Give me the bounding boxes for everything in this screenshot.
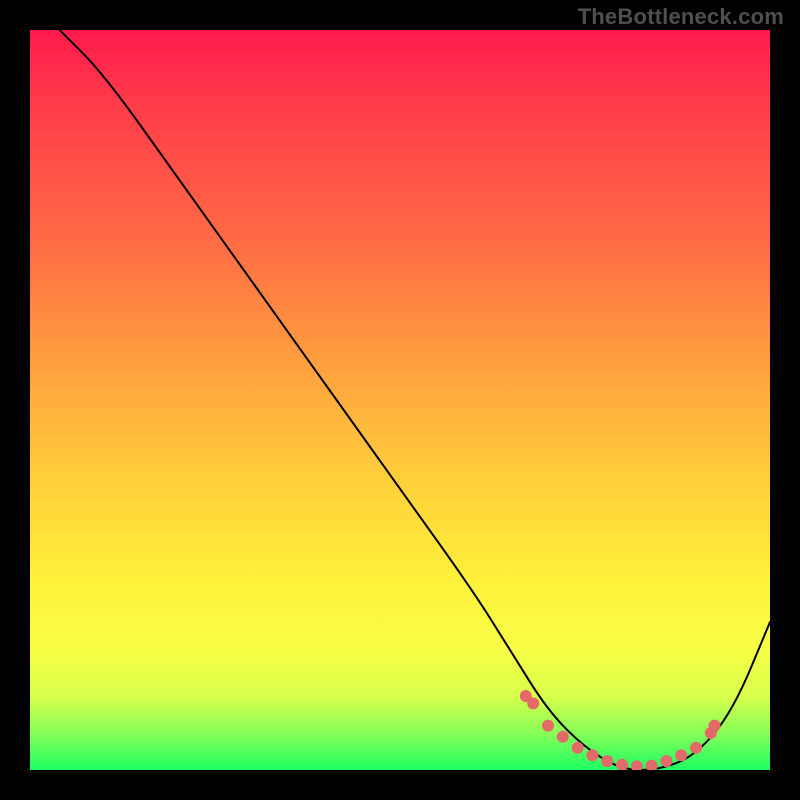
optimal-dot <box>587 750 598 761</box>
optimal-dot <box>528 698 539 709</box>
watermark-text: TheBottleneck.com <box>578 4 784 30</box>
optimal-dot <box>557 731 568 742</box>
chart-frame: TheBottleneck.com <box>0 0 800 800</box>
optimal-dot <box>676 750 687 761</box>
optimal-dot <box>572 742 583 753</box>
optimal-dot <box>691 742 702 753</box>
optimal-dot <box>543 720 554 731</box>
bottleneck-curve <box>60 30 770 770</box>
optimal-range-markers <box>520 691 720 771</box>
optimal-dot <box>646 760 657 770</box>
optimal-dot <box>617 759 628 770</box>
chart-svg-container <box>30 30 770 770</box>
chart-svg <box>30 30 770 770</box>
optimal-dot <box>631 761 642 770</box>
plot-area <box>30 30 770 770</box>
optimal-dot <box>661 756 672 767</box>
optimal-dot <box>709 720 720 731</box>
optimal-dot <box>602 756 613 767</box>
